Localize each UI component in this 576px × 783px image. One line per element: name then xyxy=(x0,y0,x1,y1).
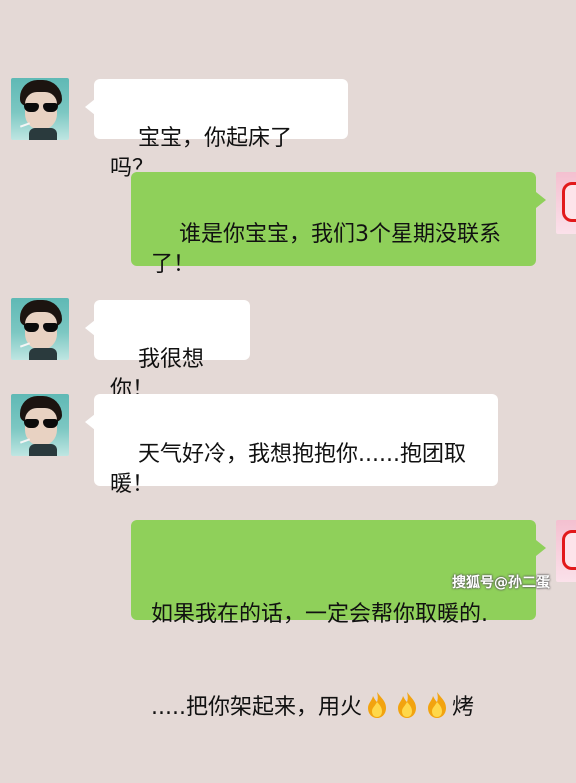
message-text-line1: 如果我在的话，一定会帮你取暖的. xyxy=(151,602,488,627)
message-bubble-outgoing[interactable]: 如果我在的话，一定会帮你取暖的. .....把你架起来，用火 烤 xyxy=(131,520,546,720)
user-avatar[interactable] xyxy=(556,520,576,582)
watermark: 搜狐号@孙二蛋 xyxy=(452,575,550,591)
contact-avatar[interactable] xyxy=(11,298,69,360)
message-text-line2-suffix: 烤 xyxy=(451,695,474,720)
fire-icon xyxy=(427,692,446,718)
message-bubble-incoming[interactable]: 天气好冷，我想抱抱你......抱团取暖！ xyxy=(85,394,498,497)
contact-avatar[interactable] xyxy=(11,394,69,456)
fire-icon xyxy=(367,692,386,718)
message-bubble-incoming[interactable]: 宝宝，你起床了吗？ xyxy=(85,79,348,181)
message-bubble-outgoing[interactable]: 谁是你宝宝，我们3个星期没联系了！ xyxy=(131,172,546,277)
message-text-line2-prefix: .....把你架起来，用火 xyxy=(151,695,362,720)
chat-window: 宝宝，你起床了吗？ 谁是你宝宝，我们3个星期没联系了！ 我很想你！ 天气好冷，我… xyxy=(0,0,576,720)
message-text: 谁是你宝宝，我们3个星期没联系了！ xyxy=(151,222,501,277)
user-avatar[interactable] xyxy=(556,172,576,234)
message-bubble-incoming[interactable]: 我很想你！ xyxy=(85,300,250,402)
message-text: 天气好冷，我想抱抱你......抱团取暖！ xyxy=(110,442,466,497)
message-text-line2: .....把你架起来，用火 烤 xyxy=(151,690,516,723)
fire-icon xyxy=(397,692,416,718)
contact-avatar[interactable] xyxy=(11,78,69,140)
